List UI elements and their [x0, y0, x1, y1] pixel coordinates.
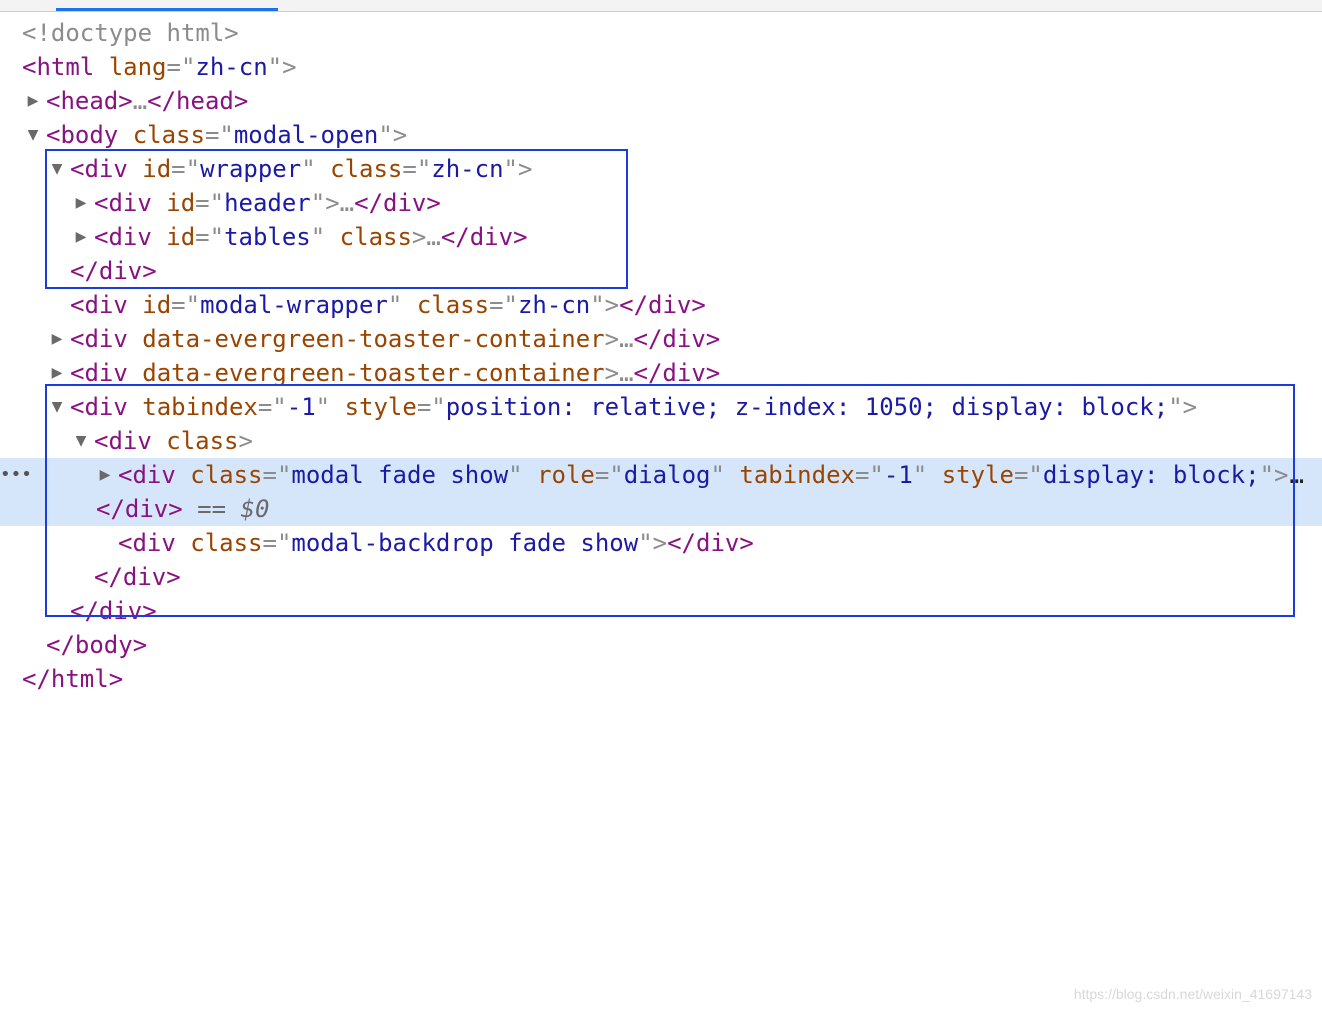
- tag-close: </html>: [22, 665, 124, 693]
- devtools-tab-strip: [0, 0, 1322, 12]
- tag-close: </div>: [619, 291, 706, 319]
- html-open-line: <html lang="zh-cn">: [22, 50, 297, 84]
- attr-value: zh-cn: [195, 53, 268, 81]
- tag-open: <div: [70, 291, 128, 319]
- tree-row-doctype[interactable]: <!doctype html>: [0, 16, 1322, 50]
- highlight-box-wrapper: [45, 149, 628, 289]
- tag-close: </head>: [147, 87, 249, 115]
- tree-row-head[interactable]: ▶ <head>…</head>: [0, 84, 1322, 118]
- attr-name: class: [416, 291, 490, 319]
- tag-close: </div>: [633, 325, 721, 353]
- tag-close: </div>: [633, 359, 721, 387]
- body-open-line: <body class="modal-open">: [46, 118, 407, 152]
- tag-open: <div: [70, 325, 128, 353]
- attr-eq: =": [171, 291, 201, 319]
- highlight-box-modal: [45, 384, 1295, 617]
- tree-row-html-close[interactable]: </html>: [0, 662, 1322, 696]
- attr-name: class: [132, 121, 205, 149]
- triangle-right-icon[interactable]: ▶: [26, 84, 40, 118]
- attr-quote: ": [387, 291, 403, 319]
- attr-eq: =": [166, 53, 196, 81]
- toaster-1-line: <div data-evergreen-toaster-container>…<…: [70, 322, 720, 356]
- attr-value: zh-cn: [517, 291, 591, 319]
- active-tab-indicator: [56, 8, 278, 11]
- tree-row-modal-wrapper[interactable]: <div id="modal-wrapper" class="zh-cn"></…: [0, 288, 1322, 322]
- tag-open: <div: [70, 359, 128, 387]
- attr-eq: =": [489, 291, 518, 319]
- html-close-line: </html>: [22, 662, 123, 696]
- tree-row-body-close[interactable]: </body>: [0, 628, 1322, 662]
- more-options-icon[interactable]: •••: [0, 458, 32, 492]
- attr-name: data-evergreen-toaster-container: [142, 325, 605, 353]
- tag-open: <body: [46, 121, 119, 149]
- attr-value: modal-wrapper: [200, 291, 388, 319]
- tag-close-punct: ">: [590, 291, 620, 319]
- tag-close-punct: >: [604, 325, 620, 353]
- attr-value: modal-open: [233, 121, 379, 149]
- tag-close: </body>: [46, 631, 148, 659]
- attr-eq: =": [204, 121, 234, 149]
- ellipsis: …: [619, 359, 634, 387]
- attr-name: id: [142, 291, 172, 319]
- tree-row-html[interactable]: <html lang="zh-cn">: [0, 50, 1322, 84]
- tag-close-punct: ">: [267, 53, 297, 81]
- tag-close-punct: >: [604, 359, 620, 387]
- triangle-right-icon[interactable]: ▶: [50, 322, 64, 356]
- ellipsis: …: [619, 325, 634, 353]
- tag-close-punct: ">: [378, 121, 408, 149]
- doctype-text: <!doctype html>: [22, 19, 239, 47]
- attr-name: lang: [108, 53, 167, 81]
- triangle-down-icon[interactable]: ▼: [26, 118, 40, 152]
- tag-open: <head>: [46, 87, 133, 115]
- head-line: <head>…</head>: [46, 84, 248, 118]
- tree-row-body[interactable]: ▼ <body class="modal-open">: [0, 118, 1322, 152]
- attr-name: data-evergreen-toaster-container: [142, 359, 605, 387]
- ellipsis: …: [132, 87, 148, 115]
- modal-wrapper-line: <div id="modal-wrapper" class="zh-cn"></…: [70, 288, 706, 322]
- tag-open: <html: [22, 53, 95, 81]
- watermark-text: https://blog.csdn.net/weixin_41697143: [1073, 986, 1312, 1002]
- tree-row-toaster-1[interactable]: ▶ <div data-evergreen-toaster-container>…: [0, 322, 1322, 356]
- body-close-line: </body>: [46, 628, 147, 662]
